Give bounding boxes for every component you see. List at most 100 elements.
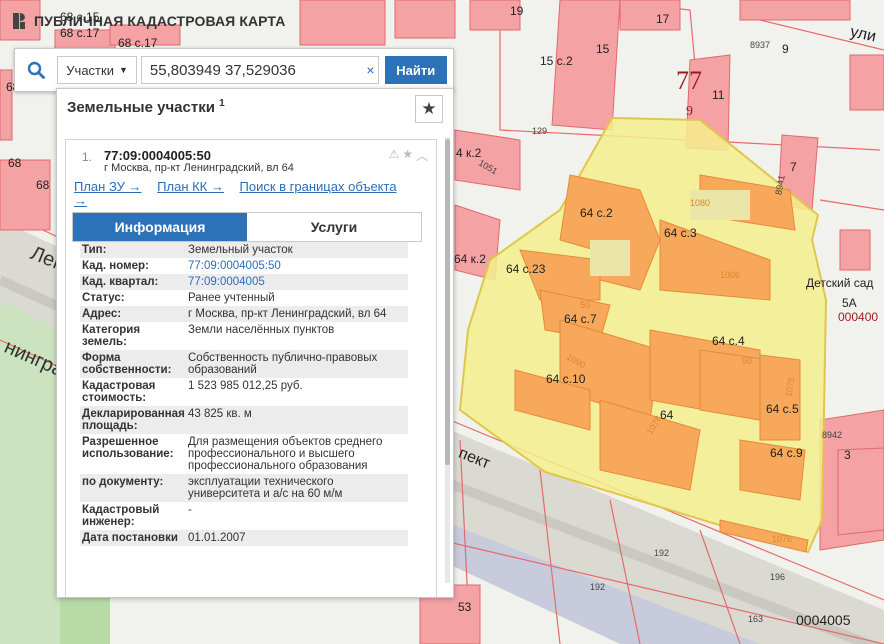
info-row-value: 1 523 985 012,25 руб.	[188, 380, 303, 392]
building-label: 64 с.9	[770, 446, 803, 460]
brand: ПУБЛИЧНАЯ КАДАСТРОВАЯ КАРТА	[12, 12, 285, 30]
favorites-button[interactable]: ★	[415, 95, 443, 123]
result-actions: ⚠ ★ ︿	[388, 147, 428, 164]
search-type-label: Участки	[66, 62, 114, 78]
info-row: Кад. квартал: 77:09:0004005	[80, 274, 408, 290]
tab-info[interactable]: Информация	[73, 213, 247, 241]
info-row: Категория земель: Земли населённых пункто…	[80, 322, 408, 350]
find-button[interactable]: Найти	[384, 56, 448, 84]
info-row-value: Земельный участок	[188, 244, 293, 256]
plan-kk-link[interactable]: План КК →	[157, 179, 224, 194]
map-label: 15 с.2	[540, 54, 573, 68]
info-row-key: Декларированная площадь:	[82, 408, 185, 432]
map-label: 15	[596, 42, 610, 56]
results-count: 1	[219, 98, 225, 109]
clear-search-button[interactable]: ×	[363, 56, 379, 84]
map-label: 68	[36, 178, 50, 192]
map-label: 1076	[772, 534, 793, 544]
info-row: Статус: Ранее учтенный	[80, 290, 408, 306]
info-row: Кад. номер: 77:09:0004005:50	[80, 258, 408, 274]
result-address: г Москва, пр-кт Ленинградский, вл 64	[104, 162, 294, 174]
map-label: 53	[458, 600, 472, 614]
building-label: 64 с.3	[664, 226, 697, 240]
result-cadastral-number[interactable]: 77:09:0004005:50	[104, 148, 211, 163]
search-type-select[interactable]: Участки ▼	[57, 56, 137, 84]
panel-body[interactable]: 1. 77:09:0004005:50 г Москва, пр-кт Лени…	[57, 131, 445, 597]
info-row-value: Для размещения объектов среднего професс…	[188, 436, 383, 472]
map-label: 8942	[822, 430, 843, 440]
map-label: 17	[656, 12, 670, 26]
search-icon[interactable]	[21, 55, 51, 85]
info-row-key: Статус:	[82, 292, 125, 304]
info-row-value: эксплуатации технического университета и…	[188, 476, 343, 500]
map-label: 4 к.2	[456, 146, 482, 160]
panel-title: Земельные участки 1	[67, 98, 225, 116]
plan-zu-link[interactable]: План ЗУ →	[74, 179, 142, 194]
quarter-label: 77	[676, 66, 702, 95]
map-label: 5А	[842, 296, 857, 310]
info-row: Кадастровая стоимость: 1 523 985 012,25 р…	[80, 378, 408, 406]
panel-scrollbar-thumb[interactable]	[445, 139, 450, 465]
search-bar: Участки ▼ × Найти	[14, 48, 454, 92]
info-row-key: по документу:	[82, 476, 164, 488]
info-row: Дата постановки 01.01.2007	[80, 530, 408, 546]
info-row-key: Кад. квартал:	[82, 276, 159, 288]
info-row-value: Собственность публично-правовых образова…	[188, 352, 378, 376]
building-label: 64 с.2	[580, 206, 613, 220]
chevron-down-icon: ▼	[118, 65, 128, 75]
map-label: 68	[8, 156, 22, 170]
info-row-key: Форма собственности:	[82, 352, 172, 376]
building-label: 64 с.10	[546, 372, 586, 386]
building-label: 64 с.4	[712, 334, 745, 348]
rosreestr-logo-icon	[13, 13, 25, 29]
map-label: 192	[654, 548, 670, 558]
result-index: 1.	[82, 150, 93, 164]
map-label: 64 к.2	[454, 252, 486, 266]
search-input[interactable]	[140, 56, 364, 84]
info-row-key: Кадастровый инженер:	[82, 504, 160, 528]
map-label: 1080	[690, 198, 711, 208]
building-label: 64 с.7	[564, 312, 597, 326]
result-links: План ЗУ → План КК → Поиск в границах объ…	[74, 180, 414, 208]
map-label: 19	[510, 4, 524, 18]
result-card[interactable]: 1. 77:09:0004005:50 г Москва, пр-кт Лени…	[65, 139, 437, 597]
info-row-value[interactable]: 77:09:0004005	[188, 276, 408, 288]
map-label: 163	[748, 614, 764, 624]
info-row-key: Дата постановки	[82, 532, 178, 544]
chevron-up-icon[interactable]: ︿	[416, 147, 428, 164]
map-label: 9	[782, 42, 789, 56]
info-row-value: Земли населённых пунктов	[188, 324, 335, 336]
info-row-value: Ранее учтенный	[188, 292, 275, 304]
info-row-value: 01.01.2007	[188, 532, 246, 544]
star-icon: ★	[421, 99, 437, 118]
results-panel: Земельные участки 1 ★ 1. 77:09:0004005:5…	[56, 88, 454, 598]
map-label: 129	[532, 126, 548, 136]
info-row-value: 43 825 кв. м	[188, 408, 252, 420]
info-row-value[interactable]: 77:09:0004005:50	[188, 260, 408, 272]
map-label: 3	[844, 448, 851, 462]
result-tabs: Информация Услуги	[72, 212, 422, 242]
info-row: по документу: эксплуатации технического у…	[80, 474, 408, 502]
star-icon[interactable]: ★	[402, 147, 413, 164]
tab-services[interactable]: Услуги	[247, 213, 421, 241]
building-label: 64 с.5	[766, 402, 799, 416]
map-label: 11	[712, 88, 725, 102]
info-row: Декларированная площадь: 43 825 кв. м	[80, 406, 408, 434]
info-row-key: Категория земель:	[82, 324, 141, 348]
info-row: Разрешенное использование: Для размещения…	[80, 434, 408, 474]
map-label: 7	[790, 160, 797, 174]
panel-title-text: Земельные участки	[67, 99, 215, 116]
info-row: Тип: Земельный участок	[80, 242, 408, 258]
building-label: 64 с.23	[506, 262, 546, 276]
info-row-key: Тип:	[82, 244, 107, 256]
info-row-value: г Москва, пр-кт Ленинградский, вл 64	[188, 308, 387, 320]
info-row: Кадастровый инженер: -	[80, 502, 408, 530]
map-label: 50	[580, 300, 591, 310]
info-table: Тип: Земельный участок Кад. номер: 77:09:00…	[80, 242, 408, 546]
warning-icon[interactable]: ⚠	[388, 147, 399, 164]
map-label: 192	[590, 582, 606, 592]
panel-header: Земельные участки 1 ★	[57, 89, 453, 131]
quarter-label: 000400	[838, 310, 879, 324]
info-row: Форма собственности: Собственность публич…	[80, 350, 408, 378]
info-row: Адрес: г Москва, пр-кт Ленинградский, вл …	[80, 306, 408, 322]
